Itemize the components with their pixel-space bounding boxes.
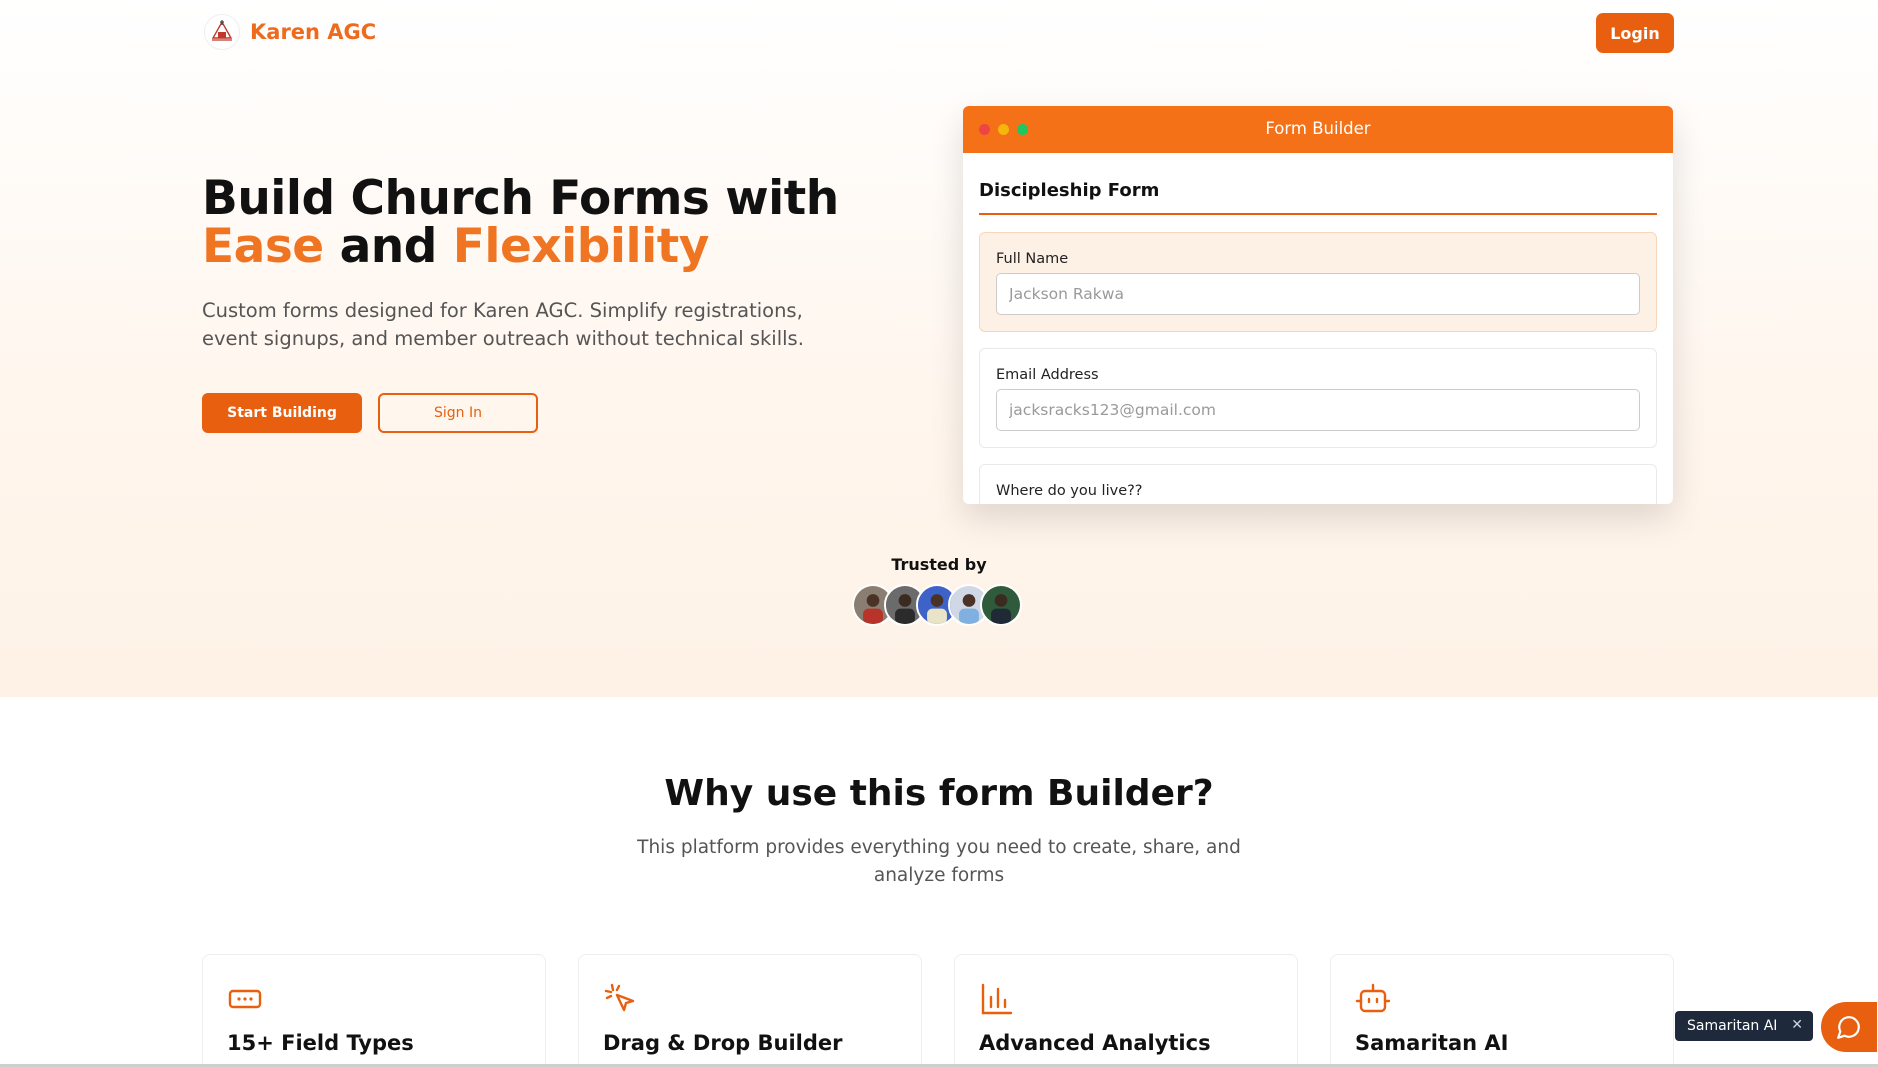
- window-title-bar: Form Builder: [963, 106, 1673, 153]
- headline-accent-flexibility: Flexibility: [452, 219, 710, 274]
- feature-card-title: Drag & Drop Builder: [603, 1031, 843, 1055]
- login-button[interactable]: Login: [1596, 13, 1674, 53]
- form-title: Discipleship Form: [979, 180, 1160, 201]
- feature-card-field-types[interactable]: 15+ Field Types: [202, 954, 546, 1067]
- feature-card-title: 15+ Field Types: [227, 1031, 414, 1055]
- form-title-divider: [979, 213, 1657, 215]
- feature-card-drag-drop[interactable]: Drag & Drop Builder: [578, 954, 922, 1067]
- feature-card-title: Advanced Analytics: [979, 1031, 1211, 1055]
- headline-accent-ease: Ease: [202, 219, 324, 274]
- feature-card-samaritan-ai[interactable]: Samaritan AI: [1330, 954, 1674, 1067]
- church-logo-icon[interactable]: [204, 14, 240, 50]
- chat-open-button[interactable]: [1821, 1002, 1877, 1052]
- field-label: Full Name: [996, 251, 1069, 267]
- window-title: Form Builder: [1265, 119, 1371, 138]
- hero-headline: Build Church Forms with Ease and Flexibi…: [202, 175, 839, 271]
- feature-card-title: Samaritan AI: [1355, 1031, 1509, 1055]
- full-name-input[interactable]: [996, 273, 1640, 315]
- form-field-email[interactable]: Email Address: [979, 348, 1657, 448]
- bar-chart-icon: [981, 983, 1013, 1015]
- chat-label-text: Samaritan AI: [1687, 1018, 1778, 1034]
- field-label: Where do you live??: [996, 483, 1143, 499]
- avatar: [980, 584, 1022, 626]
- form-field-location[interactable]: Where do you live??: [979, 464, 1657, 504]
- feature-card-analytics[interactable]: Advanced Analytics: [954, 954, 1298, 1067]
- start-building-button[interactable]: Start Building: [202, 393, 362, 433]
- brand-name[interactable]: Karen AGC: [250, 20, 376, 44]
- why-section-title: Why use this form Builder?: [664, 773, 1214, 814]
- email-input[interactable]: [996, 389, 1640, 431]
- field-label: Email Address: [996, 367, 1099, 383]
- trusted-avatars: [852, 584, 1032, 626]
- form-builder-window: Form Builder Discipleship Form Full Name…: [963, 106, 1673, 504]
- chat-bubble-icon: [1837, 1016, 1860, 1039]
- trusted-by-label: Trusted by: [891, 555, 987, 574]
- bot-icon: [1355, 983, 1391, 1013]
- close-icon[interactable]: ✕: [1791, 1017, 1803, 1033]
- samaritan-ai-tooltip[interactable]: Samaritan AI ✕: [1675, 1011, 1813, 1041]
- headline-line1: Build Church Forms with: [202, 171, 839, 226]
- why-section-subtitle: This platform provides everything you ne…: [637, 837, 1241, 886]
- headline-and: and: [339, 219, 438, 274]
- input-field-icon: [228, 989, 262, 1009]
- mouse-pointer-click-icon: [604, 983, 635, 1012]
- hero-subtext: Custom forms designed for Karen AGC. Sim…: [202, 299, 804, 350]
- form-field-full-name[interactable]: Full Name: [979, 232, 1657, 332]
- sign-in-button[interactable]: Sign In: [378, 393, 538, 433]
